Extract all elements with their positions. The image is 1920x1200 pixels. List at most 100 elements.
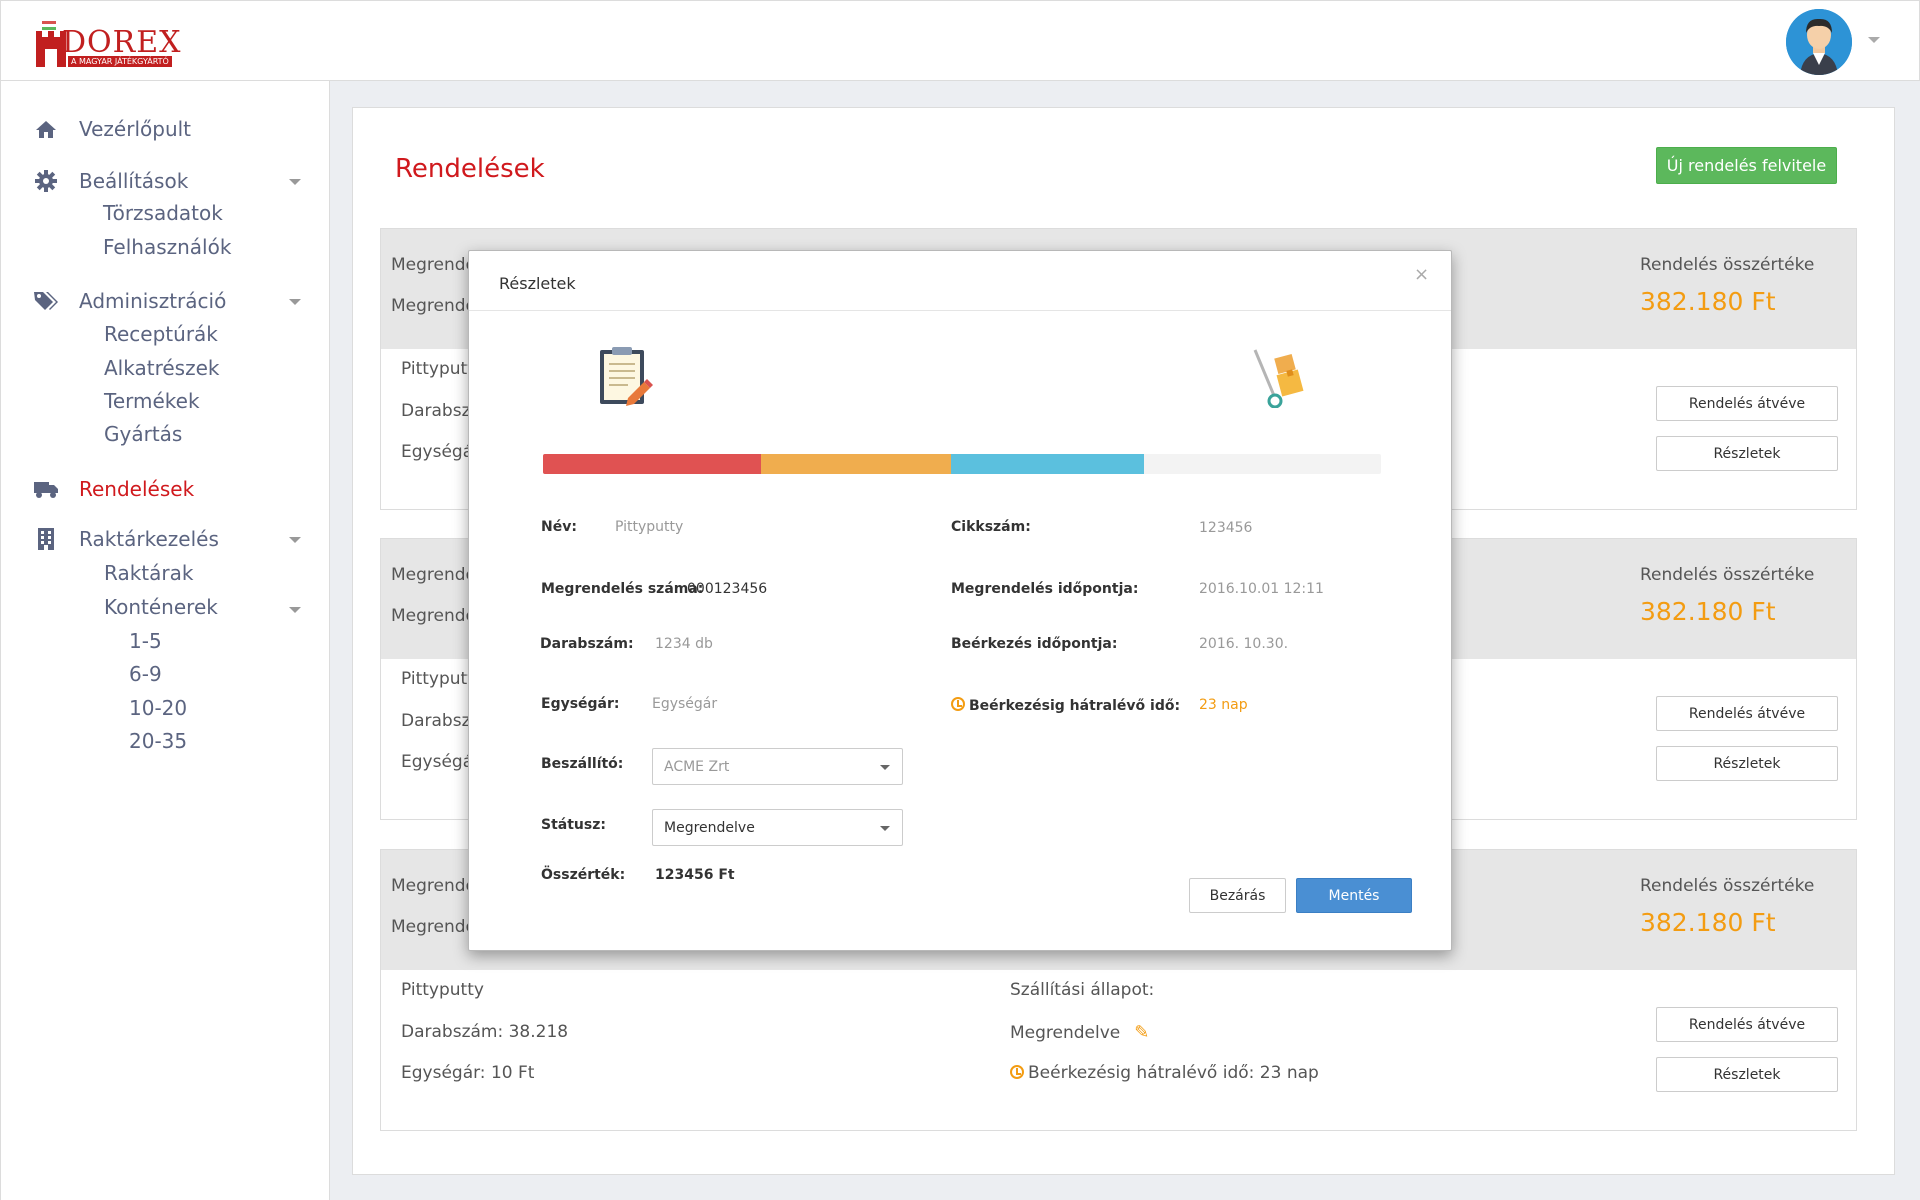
sidebar-item-label: Raktárkezelés (79, 527, 219, 551)
order-received-button[interactable]: Rendelés átvéve (1656, 696, 1838, 731)
supplier-select-value: ACME Zrt (664, 758, 730, 775)
order-header-line: Megrende (391, 606, 477, 626)
truck-icon (33, 478, 59, 500)
order-product: Pittyputty (401, 980, 484, 1000)
quantity-value: 1234 db (655, 636, 713, 652)
shipping-status-label: Szállítási állapot: (1010, 980, 1155, 1000)
order-received-button[interactable]: Rendelés átvéve (1656, 1007, 1838, 1042)
status-select-value: Megrendelve (664, 819, 755, 836)
sidebar-item-container-range[interactable]: 6-9 (129, 662, 162, 686)
sidebar-item-warehouses[interactable]: Raktárak (104, 561, 193, 585)
arrival-value: 2016. 10.30. (1199, 636, 1289, 652)
quantity-label: Darabszám: (540, 636, 634, 652)
order-time-label: Megrendelés időpontja: (951, 581, 1139, 597)
order-header-line: Megrende (391, 876, 477, 896)
progress-segment-in-transit (760, 454, 952, 474)
sidebar-item-label: Rendelések (79, 477, 195, 501)
logo[interactable]: DOREX A MAGYAR JÁTÉKGYÁRTÓ (34, 15, 184, 69)
order-unit-price: Egységár: 10 Ft (401, 1063, 535, 1083)
details-modal: Részletek × Név: Pittyputty Cikkszám: 12… (468, 250, 1452, 951)
total-value: 123456 Ft (655, 867, 735, 883)
remaining-time-label-row: Beérkezésig hátralévő idő: (951, 697, 1180, 714)
save-button[interactable]: Mentés (1296, 878, 1412, 913)
order-total-value: 382.180 Ft (1640, 908, 1776, 937)
arrival-label: Beérkezés időpontja: (951, 636, 1118, 652)
chevron-down-icon (880, 826, 890, 831)
order-total-value: 382.180 Ft (1640, 597, 1776, 626)
order-total-label: Rendelés összértéke (1640, 565, 1815, 585)
sidebar-item-container-range[interactable]: 20-35 (129, 729, 187, 753)
sidebar-item-products[interactable]: Termékek (104, 389, 200, 413)
order-number-label: Megrendelés száma: (541, 581, 704, 597)
remaining-time-value: 23 nap (1199, 697, 1248, 713)
logo-subtitle: A MAGYAR JÁTÉKGYÁRTÓ (68, 56, 172, 67)
logo-text: DOREX (62, 25, 182, 60)
sidebar-item-dashboard[interactable]: Vezérlőpult (1, 117, 191, 141)
new-order-button[interactable]: Új rendelés felvitele (1656, 147, 1837, 184)
status-label: Státusz: (541, 817, 606, 833)
sidebar: Vezérlőpult Beállítások Törzsadatok Felh… (0, 81, 330, 1200)
sidebar-item-production[interactable]: Gyártás (104, 422, 182, 446)
sku-value: 123456 (1199, 520, 1253, 536)
supplier-select[interactable]: ACME Zrt (652, 748, 903, 785)
hand-truck-icon (1253, 349, 1304, 408)
top-bar: DOREX A MAGYAR JÁTÉKGYÁRTÓ (0, 0, 1920, 81)
sidebar-item-label: Adminisztráció (79, 289, 227, 313)
order-product: Pittyputt (401, 359, 474, 379)
home-icon (33, 118, 59, 140)
order-details-button[interactable]: Részletek (1656, 1057, 1838, 1092)
clock-icon (951, 697, 965, 711)
order-details-button[interactable]: Részletek (1656, 746, 1838, 781)
order-total-value: 382.180 Ft (1640, 287, 1776, 316)
modal-divider (469, 310, 1451, 311)
order-details-button[interactable]: Részletek (1656, 436, 1838, 471)
order-progress-bar (543, 454, 1381, 474)
sidebar-item-containers[interactable]: Konténerek (104, 595, 218, 619)
order-header-line: Megrende (391, 296, 477, 316)
chevron-down-icon[interactable] (289, 537, 301, 543)
order-quantity: Darabszám: 38.218 (401, 1022, 569, 1042)
sidebar-item-warehouse[interactable]: Raktárkezelés (1, 527, 219, 551)
page-title: Rendelések (395, 154, 545, 184)
sidebar-item-users[interactable]: Felhasználók (103, 235, 231, 259)
sidebar-item-container-range[interactable]: 10-20 (129, 696, 187, 720)
order-product: Pittyputt (401, 669, 474, 689)
supplier-label: Beszállító: (541, 756, 624, 772)
sidebar-item-parts[interactable]: Alkatrészek (104, 356, 219, 380)
shipping-status-row: Megrendelve ✎ (1010, 1022, 1149, 1043)
clipboard-icon (600, 347, 653, 406)
order-total-label: Rendelés összértéke (1640, 876, 1815, 896)
status-select[interactable]: Megrendelve (652, 809, 903, 846)
sidebar-item-recipes[interactable]: Receptúrák (104, 322, 218, 346)
sidebar-item-orders[interactable]: Rendelések (1, 477, 194, 501)
building-icon (33, 528, 59, 550)
shipping-status-value: Megrendelve (1010, 1023, 1121, 1043)
sidebar-item-master-data[interactable]: Törzsadatok (103, 201, 223, 225)
remaining-time-row: Beérkezésig hátralévő idő: 23 nap (1010, 1063, 1319, 1083)
close-button[interactable]: Bezárás (1189, 878, 1286, 913)
order-total-label: Rendelés összértéke (1640, 255, 1815, 275)
sidebar-item-settings[interactable]: Beállítások (1, 169, 188, 193)
sidebar-item-label: Vezérlőpult (79, 117, 192, 141)
sidebar-item-administration[interactable]: Adminisztráció (1, 289, 226, 313)
order-time-value: 2016.10.01 12:11 (1199, 581, 1324, 597)
clock-icon (1010, 1065, 1024, 1079)
chevron-down-icon[interactable] (289, 607, 301, 613)
name-label: Név: (541, 519, 577, 535)
progress-segment-ordered (543, 454, 761, 474)
sku-label: Cikkszám: (951, 519, 1031, 535)
chevron-down-icon[interactable] (289, 299, 301, 305)
user-menu-caret-icon[interactable] (1868, 37, 1880, 43)
person-avatar-icon (1786, 9, 1852, 75)
order-received-button[interactable]: Rendelés átvéve (1656, 386, 1838, 421)
unit-price-label: Egységár: (541, 696, 620, 712)
order-quantity: Darabsz (401, 711, 471, 731)
sidebar-item-container-range[interactable]: 1-5 (129, 629, 162, 653)
modal-title: Részletek (499, 274, 576, 293)
close-icon[interactable]: × (1414, 264, 1429, 285)
user-avatar[interactable] (1786, 9, 1852, 75)
remaining-time-label: Beérkezésig hátralévő idő: (969, 698, 1181, 714)
chevron-down-icon[interactable] (289, 179, 301, 185)
pencil-icon[interactable]: ✎ (1134, 1022, 1149, 1043)
progress-segment-shipping (951, 454, 1144, 474)
